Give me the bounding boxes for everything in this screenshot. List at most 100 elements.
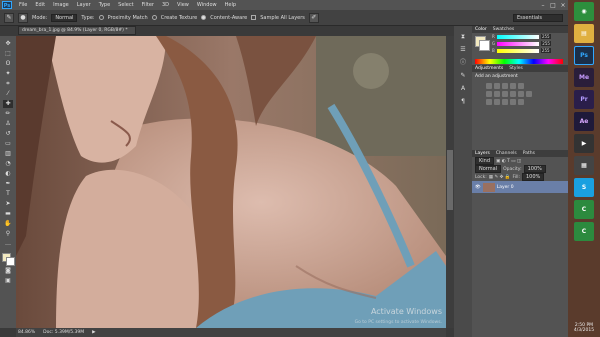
clone-stamp-tool-icon[interactable]: ♙: [3, 120, 13, 128]
screen-mode-icon[interactable]: ▣: [3, 277, 13, 285]
media-encoder-app-icon[interactable]: Me: [574, 68, 594, 87]
dodge-tool-icon[interactable]: ◐: [3, 170, 13, 178]
sample-all-checkbox[interactable]: [251, 15, 257, 20]
menu-edit[interactable]: Edit: [31, 2, 49, 8]
hand-tool-icon[interactable]: ✋: [3, 220, 13, 228]
levels-adjust-icon[interactable]: [494, 83, 500, 89]
quick-mask-icon[interactable]: ◙: [3, 267, 13, 275]
color-swatches[interactable]: [2, 253, 15, 266]
zoom-level[interactable]: 84.86%: [18, 330, 35, 335]
zoom-tool-icon[interactable]: ⚲: [3, 230, 13, 238]
color-lookup-adjust-icon[interactable]: [526, 91, 532, 97]
opacity-field[interactable]: 100%: [523, 165, 546, 173]
eraser-tool-icon[interactable]: ▭: [3, 140, 13, 148]
status-arrow-icon[interactable]: ▶: [92, 330, 95, 335]
layer-row[interactable]: 👁 Layer 0: [472, 181, 568, 193]
brush-panel-icon[interactable]: ✎: [458, 71, 468, 80]
tab-color[interactable]: Color: [475, 27, 487, 32]
calculator-app-icon[interactable]: ▦: [574, 156, 594, 175]
channel-mixer-adjust-icon[interactable]: [518, 91, 524, 97]
lasso-tool-icon[interactable]: ʘ: [3, 60, 13, 68]
scrollbar-thumb[interactable]: [447, 150, 453, 210]
proximity-radio[interactable]: [98, 15, 104, 20]
media-player-app-icon[interactable]: ▶: [574, 134, 594, 153]
blue-value[interactable]: 255: [540, 48, 551, 53]
eyedropper-tool-icon[interactable]: ⁄: [3, 90, 13, 98]
color-spectrum[interactable]: [475, 59, 563, 64]
history-brush-tool-icon[interactable]: ↺: [3, 130, 13, 138]
properties-panel-icon[interactable]: ☰: [458, 45, 468, 54]
fill-field[interactable]: 100%: [522, 173, 545, 181]
tab-layers[interactable]: Layers: [475, 151, 490, 156]
brightness-adjust-icon[interactable]: [486, 83, 492, 89]
tab-channels[interactable]: Channels: [496, 151, 517, 156]
more-tools-icon[interactable]: …: [3, 240, 13, 248]
system-clock[interactable]: 2:50 PM 4/3/2015: [574, 323, 594, 333]
blend-mode-select[interactable]: Normal: [475, 165, 502, 173]
texture-radio[interactable]: [151, 15, 157, 20]
exposure-adjust-icon[interactable]: [510, 83, 516, 89]
curves-adjust-icon[interactable]: [502, 83, 508, 89]
menu-image[interactable]: Image: [49, 2, 73, 8]
mode-select[interactable]: Normal: [51, 13, 78, 22]
photo-filter-adjust-icon[interactable]: [510, 91, 516, 97]
posterize-adjust-icon[interactable]: [494, 99, 500, 105]
shape-tool-icon[interactable]: ▬: [3, 210, 13, 218]
brush-preset-button[interactable]: ●: [18, 12, 28, 23]
color-balance-adjust-icon[interactable]: [494, 91, 500, 97]
invert-adjust-icon[interactable]: [486, 99, 492, 105]
type-tool-icon[interactable]: T: [3, 190, 13, 198]
vibrance-adjust-icon[interactable]: [518, 83, 524, 89]
explorer-app-icon[interactable]: ▤: [574, 24, 594, 43]
background-color[interactable]: [479, 40, 490, 51]
green-value[interactable]: 255: [541, 41, 552, 46]
character-panel-icon[interactable]: A: [458, 84, 468, 93]
info-panel-icon[interactable]: ⓘ: [458, 58, 468, 67]
premiere-app-icon[interactable]: Pr: [574, 90, 594, 109]
content-aware-radio[interactable]: [201, 15, 207, 20]
lock-icons[interactable]: ▦ ✎ ✥ 🔒: [489, 175, 511, 180]
red-slider[interactable]: R 255: [472, 33, 568, 40]
document-tab[interactable]: dream_bra_1.jpg @ 84.9% (Layer 0, RGB/8#…: [18, 26, 136, 35]
healing-brush-tool-icon[interactable]: ✚: [3, 100, 13, 108]
menu-select[interactable]: Select: [114, 2, 137, 8]
gradient-tool-icon[interactable]: ▥: [3, 150, 13, 158]
bw-adjust-icon[interactable]: [502, 91, 508, 97]
tab-swatches[interactable]: Swatches: [493, 27, 515, 32]
tab-adjustments[interactable]: Adjustments: [475, 66, 503, 71]
hue-adjust-icon[interactable]: [486, 91, 492, 97]
chrome-app-icon[interactable]: ◉: [574, 2, 594, 21]
pen-tool-icon[interactable]: ✒: [3, 180, 13, 188]
pressure-icon[interactable]: ✐: [308, 12, 319, 23]
camtasia-recorder-app-icon[interactable]: C: [574, 222, 594, 241]
move-tool-icon[interactable]: ✥: [3, 40, 13, 48]
spot-healing-tool-icon[interactable]: ✎: [4, 12, 14, 23]
skype-app-icon[interactable]: S: [574, 178, 594, 197]
menu-type[interactable]: Type: [95, 2, 114, 8]
layer-name[interactable]: Layer 0: [497, 185, 514, 190]
document-canvas[interactable]: Activate Windows Go to PC settings to ac…: [16, 36, 446, 328]
menu-view[interactable]: View: [173, 2, 193, 8]
kind-filter-select[interactable]: Kind: [475, 157, 495, 165]
photoshop-app-icon[interactable]: Ps: [574, 46, 594, 65]
red-value[interactable]: 255: [540, 34, 551, 39]
maximize-button[interactable]: □: [548, 2, 558, 9]
selective-color-adjust-icon[interactable]: [518, 99, 524, 105]
tab-styles[interactable]: Styles: [509, 66, 523, 71]
close-button[interactable]: ×: [558, 2, 568, 9]
menu-file[interactable]: File: [15, 2, 31, 8]
filter-icons[interactable]: ▣ ◐ T ▭ ◫: [496, 159, 521, 164]
gradient-map-adjust-icon[interactable]: [510, 99, 516, 105]
quick-select-tool-icon[interactable]: ✦: [3, 70, 13, 78]
menu-layer[interactable]: Layer: [73, 2, 95, 8]
workspace-select[interactable]: Essentials: [513, 14, 563, 22]
menu-3d[interactable]: 3D: [158, 2, 173, 8]
menu-help[interactable]: Help: [221, 2, 240, 8]
menu-filter[interactable]: Filter: [138, 2, 158, 8]
minimize-button[interactable]: –: [538, 2, 548, 9]
brush-tool-icon[interactable]: ✏: [3, 110, 13, 118]
path-select-tool-icon[interactable]: ➤: [3, 200, 13, 208]
after-effects-app-icon[interactable]: Ae: [574, 112, 594, 131]
blur-tool-icon[interactable]: ◔: [3, 160, 13, 168]
paragraph-panel-icon[interactable]: ¶: [458, 97, 468, 106]
